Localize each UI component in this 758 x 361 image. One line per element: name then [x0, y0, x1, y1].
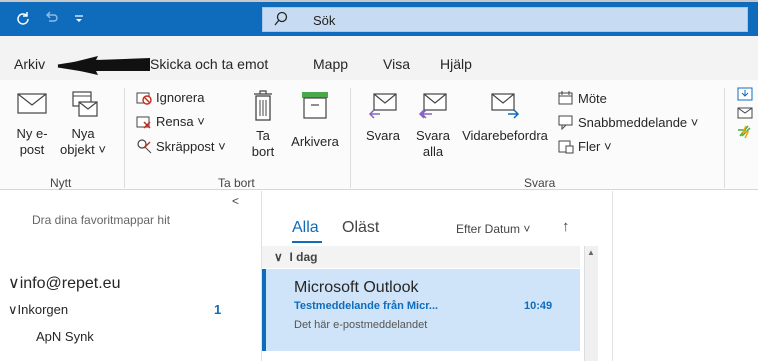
- meeting-button[interactable]: Möte: [558, 90, 607, 106]
- scroll-up-icon[interactable]: ▲: [587, 248, 596, 257]
- inbox-folder[interactable]: ∨Inkorgen: [8, 302, 68, 318]
- tab-folder[interactable]: Mapp: [313, 56, 348, 72]
- delete-button[interactable]: Ta bort: [246, 88, 280, 160]
- subfolder-apn-synk[interactable]: ApN Synk: [36, 329, 94, 344]
- archive-label: Arkivera: [291, 134, 339, 149]
- list-item[interactable]: Microsoft Outlook Testmeddelande från Mi…: [262, 269, 580, 351]
- archive-button[interactable]: Arkivera: [288, 88, 342, 150]
- reply-all-button[interactable]: Svara alla: [410, 90, 456, 160]
- message-time: 10:49: [524, 300, 553, 312]
- message-preview: Det här e-postmeddelandet: [294, 319, 428, 331]
- chevron-down-icon: ∨: [274, 250, 290, 264]
- reply-button[interactable]: Svara: [360, 90, 406, 144]
- active-tab-underline: [292, 241, 322, 243]
- calendar-icon: [558, 91, 573, 105]
- new-items-icon: [72, 91, 98, 117]
- junk-button[interactable]: Skräppost ˅: [136, 138, 226, 154]
- delete-label-1: Ta: [256, 128, 270, 143]
- message-subject: Testmeddelande från Micr...: [294, 300, 439, 312]
- envelope-icon: [17, 93, 47, 114]
- clean-label: Rensa ˅: [156, 114, 205, 129]
- ignore-icon: [136, 92, 152, 105]
- message-list: Alla Oläst Efter Datum ˅ ↑ ∨ I dag Micro…: [262, 191, 612, 361]
- reply-icon: [368, 93, 397, 119]
- new-email-label-2: post: [19, 142, 45, 157]
- chevron-down-icon[interactable]: ∨: [8, 275, 20, 292]
- trash-icon: [254, 90, 272, 121]
- im-label: Snabbmeddelande ˅: [578, 114, 699, 130]
- junk-icon: [137, 139, 152, 154]
- message-sender: Microsoft Outlook: [294, 279, 419, 296]
- scrollbar[interactable]: [584, 246, 598, 361]
- more-icon: [558, 140, 574, 154]
- inbox-unread-count: 1: [214, 302, 222, 317]
- ribbon-separator: [124, 88, 125, 188]
- chat-icon: [558, 115, 573, 130]
- forward-button[interactable]: Vidarebefordra: [458, 90, 552, 144]
- filter-unread-tab[interactable]: Oläst: [342, 219, 379, 237]
- favorites-hint: Dra dina favoritmappar hit: [32, 213, 171, 227]
- reply-all-label-1: Svara: [416, 128, 450, 143]
- ribbon-separator: [350, 88, 351, 188]
- group-label-respond: Svara: [524, 176, 556, 190]
- search-icon: [273, 11, 289, 32]
- more-label: Fler ˅: [578, 138, 612, 154]
- account-label: info@repet.eu: [19, 275, 121, 292]
- ribbon: Ny e- post Nya objekt ˅ Nytt Ignorera Re…: [0, 80, 758, 190]
- reply-label: Svara: [366, 128, 400, 143]
- clean-icon: [136, 116, 151, 129]
- reply-all-label-2: alla: [422, 144, 444, 159]
- filter-all-tab[interactable]: Alla: [292, 219, 319, 237]
- new-items-label-2: objekt ˅: [60, 142, 106, 157]
- quick-steps-icon[interactable]: [736, 86, 756, 146]
- search-box[interactable]: Sök: [262, 7, 748, 32]
- tab-view[interactable]: Visa: [383, 56, 410, 72]
- more-button[interactable]: Fler ˅: [558, 138, 612, 154]
- forward-icon: [491, 93, 520, 119]
- clean-button[interactable]: Rensa ˅: [136, 114, 205, 129]
- sort-direction-icon[interactable]: ↑: [562, 218, 570, 235]
- im-button[interactable]: Snabbmeddelande ˅: [558, 114, 698, 130]
- sort-by-dropdown[interactable]: Efter Datum ˅: [456, 222, 530, 236]
- tab-help[interactable]: Hjälp: [440, 56, 472, 72]
- new-email-button[interactable]: Ny e- post: [12, 90, 52, 158]
- pane-divider[interactable]: [612, 191, 613, 361]
- search-label: Sök: [313, 13, 336, 28]
- group-label-new: Nytt: [50, 176, 72, 190]
- inbox-label: Inkorgen: [17, 302, 69, 317]
- delete-label-2: bort: [251, 144, 275, 159]
- ignore-button[interactable]: Ignorera: [136, 90, 204, 105]
- group-label-delete: Ta bort: [218, 176, 255, 190]
- archive-icon: [302, 92, 328, 119]
- annotation-arrow: [57, 56, 150, 75]
- ignore-label: Ignorera: [156, 90, 205, 105]
- reply-all-icon: [418, 93, 447, 119]
- new-items-label-1: Nya: [71, 126, 95, 141]
- folder-pane: < Dra dina favoritmappar hit ∨info@repet…: [0, 191, 260, 361]
- chevron-down-icon[interactable]: ∨: [8, 302, 18, 317]
- new-items-button[interactable]: Nya objekt ˅: [58, 90, 108, 158]
- forward-label: Vidarebefordra: [462, 128, 548, 143]
- group-header-today[interactable]: ∨ I dag: [262, 246, 580, 268]
- junk-label: Skräppost ˅: [156, 138, 226, 154]
- meeting-label: Möte: [578, 90, 607, 106]
- group-header-label: I dag: [289, 250, 318, 264]
- ribbon-separator: [724, 88, 725, 188]
- new-email-label-1: Ny e-: [16, 126, 48, 141]
- account-folder[interactable]: ∨info@repet.eu: [8, 273, 120, 293]
- collapse-pane-icon[interactable]: <: [232, 194, 239, 208]
